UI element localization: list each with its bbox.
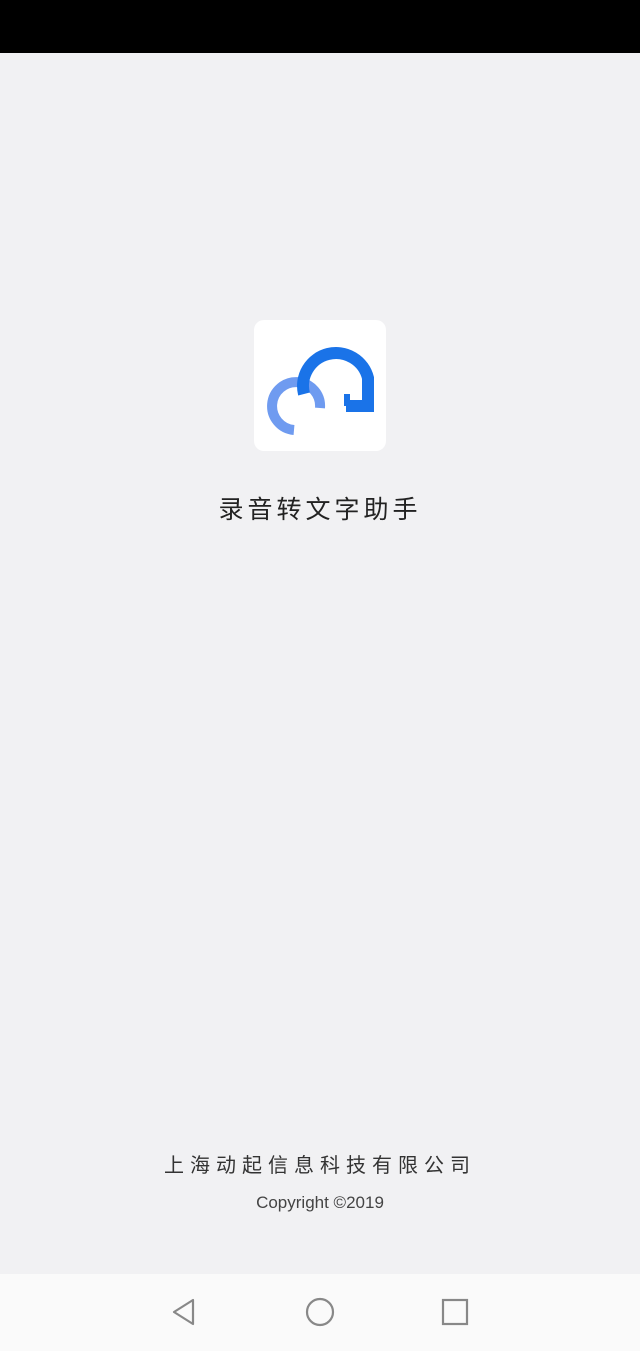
back-button[interactable] — [160, 1288, 208, 1336]
app-logo-icon — [254, 320, 386, 451]
back-triangle-icon — [172, 1298, 195, 1326]
company-name: 上海动起信息科技有限公司 — [164, 1153, 476, 1177]
status-bar — [0, 0, 640, 53]
system-nav-bar — [0, 1274, 640, 1351]
splash-screen: 录音转文字助手 上海动起信息科技有限公司 Copyright ©2019 — [0, 53, 640, 1274]
app-name: 录音转文字助手 — [218, 495, 422, 524]
home-circle-icon — [305, 1297, 335, 1327]
recent-apps-button[interactable] — [431, 1288, 479, 1336]
copyright-text: Copyright ©2019 — [256, 1193, 384, 1212]
recent-square-icon — [441, 1298, 469, 1326]
home-button[interactable] — [296, 1288, 344, 1336]
